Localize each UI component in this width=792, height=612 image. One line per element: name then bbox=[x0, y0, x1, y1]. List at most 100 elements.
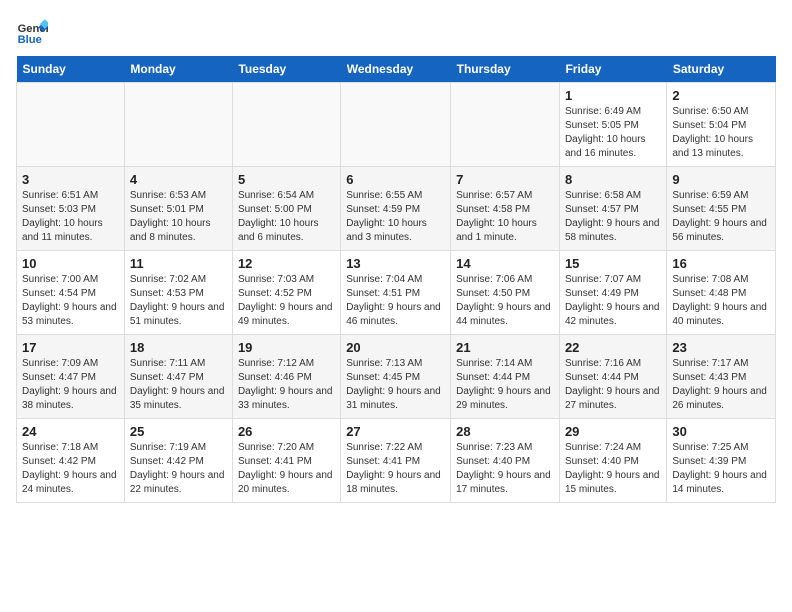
day-info: Sunrise: 6:54 AM Sunset: 5:00 PM Dayligh… bbox=[238, 189, 335, 245]
day-number: 11 bbox=[130, 256, 227, 271]
day-info: Sunrise: 6:57 AM Sunset: 4:58 PM Dayligh… bbox=[456, 189, 554, 245]
day-info: Sunrise: 7:25 AM Sunset: 4:39 PM Dayligh… bbox=[672, 441, 770, 497]
day-info: Sunrise: 7:16 AM Sunset: 4:44 PM Dayligh… bbox=[565, 357, 661, 413]
day-number: 23 bbox=[672, 340, 770, 355]
day-number: 26 bbox=[238, 424, 335, 439]
day-number: 3 bbox=[22, 172, 119, 187]
day-number: 19 bbox=[238, 340, 335, 355]
day-number: 29 bbox=[565, 424, 661, 439]
calendar-week-row: 17 Sunrise: 7:09 AM Sunset: 4:47 PM Dayli… bbox=[17, 335, 776, 419]
day-number: 13 bbox=[346, 256, 445, 271]
day-info: Sunrise: 7:23 AM Sunset: 4:40 PM Dayligh… bbox=[456, 441, 554, 497]
calendar-cell: 18 Sunrise: 7:11 AM Sunset: 4:47 PM Dayli… bbox=[124, 335, 232, 419]
calendar-cell: 27 Sunrise: 7:22 AM Sunset: 4:41 PM Dayli… bbox=[341, 419, 451, 503]
calendar-cell: 15Sunrise: 7:07 AM Sunset: 4:49 PM Dayli… bbox=[559, 251, 666, 335]
calendar-cell bbox=[451, 83, 560, 167]
day-info: Sunrise: 7:19 AM Sunset: 4:42 PM Dayligh… bbox=[130, 441, 227, 497]
day-info: Sunrise: 7:14 AM Sunset: 4:44 PM Dayligh… bbox=[456, 357, 554, 413]
calendar-cell: 8 Sunrise: 6:58 AM Sunset: 4:57 PM Daylig… bbox=[559, 167, 666, 251]
day-number: 25 bbox=[130, 424, 227, 439]
calendar-cell: 6 Sunrise: 6:55 AM Sunset: 4:59 PM Daylig… bbox=[341, 167, 451, 251]
calendar-cell: 23 Sunrise: 7:17 AM Sunset: 4:43 PM Dayli… bbox=[667, 335, 776, 419]
weekday-header: Tuesday bbox=[232, 56, 340, 83]
logo-icon: General Blue bbox=[16, 16, 48, 48]
calendar-cell: 14Sunrise: 7:06 AM Sunset: 4:50 PM Dayli… bbox=[451, 251, 560, 335]
day-info: Sunrise: 6:51 AM Sunset: 5:03 PM Dayligh… bbox=[22, 189, 119, 245]
calendar-week-row: 10 Sunrise: 7:00 AM Sunset: 4:54 PM Dayli… bbox=[17, 251, 776, 335]
day-info: Sunrise: 6:53 AM Sunset: 5:01 PM Dayligh… bbox=[130, 189, 227, 245]
day-number: 22 bbox=[565, 340, 661, 355]
calendar-body: 1Sunrise: 6:49 AM Sunset: 5:05 PM Daylig… bbox=[17, 83, 776, 503]
day-info: Sunrise: 7:08 AM Sunset: 4:48 PM Dayligh… bbox=[672, 273, 770, 329]
day-number: 15 bbox=[565, 256, 661, 271]
day-info: Sunrise: 7:20 AM Sunset: 4:41 PM Dayligh… bbox=[238, 441, 335, 497]
calendar-cell: 22 Sunrise: 7:16 AM Sunset: 4:44 PM Dayli… bbox=[559, 335, 666, 419]
calendar-cell: 13 Sunrise: 7:04 AM Sunset: 4:51 PM Dayli… bbox=[341, 251, 451, 335]
day-info: Sunrise: 7:00 AM Sunset: 4:54 PM Dayligh… bbox=[22, 273, 119, 329]
day-info: Sunrise: 7:24 AM Sunset: 4:40 PM Dayligh… bbox=[565, 441, 661, 497]
calendar-cell: 4 Sunrise: 6:53 AM Sunset: 5:01 PM Daylig… bbox=[124, 167, 232, 251]
calendar-cell: 16 Sunrise: 7:08 AM Sunset: 4:48 PM Dayli… bbox=[667, 251, 776, 335]
day-info: Sunrise: 7:12 AM Sunset: 4:46 PM Dayligh… bbox=[238, 357, 335, 413]
day-info: Sunrise: 7:11 AM Sunset: 4:47 PM Dayligh… bbox=[130, 357, 227, 413]
day-number: 20 bbox=[346, 340, 445, 355]
calendar-cell bbox=[232, 83, 340, 167]
day-number: 4 bbox=[130, 172, 227, 187]
svg-text:Blue: Blue bbox=[18, 34, 42, 46]
calendar-cell bbox=[124, 83, 232, 167]
calendar-week-row: 24Sunrise: 7:18 AM Sunset: 4:42 PM Dayli… bbox=[17, 419, 776, 503]
day-info: Sunrise: 7:03 AM Sunset: 4:52 PM Dayligh… bbox=[238, 273, 335, 329]
day-number: 18 bbox=[130, 340, 227, 355]
calendar-cell: 12Sunrise: 7:03 AM Sunset: 4:52 PM Dayli… bbox=[232, 251, 340, 335]
day-number: 10 bbox=[22, 256, 119, 271]
day-number: 14 bbox=[456, 256, 554, 271]
day-info: Sunrise: 7:22 AM Sunset: 4:41 PM Dayligh… bbox=[346, 441, 445, 497]
weekday-header: Saturday bbox=[667, 56, 776, 83]
calendar-cell: 3 Sunrise: 6:51 AM Sunset: 5:03 PM Daylig… bbox=[17, 167, 125, 251]
day-info: Sunrise: 7:02 AM Sunset: 4:53 PM Dayligh… bbox=[130, 273, 227, 329]
day-info: Sunrise: 7:04 AM Sunset: 4:51 PM Dayligh… bbox=[346, 273, 445, 329]
calendar-header-row: SundayMondayTuesdayWednesdayThursdayFrid… bbox=[17, 56, 776, 83]
weekday-header: Wednesday bbox=[341, 56, 451, 83]
day-number: 30 bbox=[672, 424, 770, 439]
calendar-table: SundayMondayTuesdayWednesdayThursdayFrid… bbox=[16, 56, 776, 503]
calendar-cell: 26 Sunrise: 7:20 AM Sunset: 4:41 PM Dayli… bbox=[232, 419, 340, 503]
calendar-cell: 5 Sunrise: 6:54 AM Sunset: 5:00 PM Daylig… bbox=[232, 167, 340, 251]
day-info: Sunrise: 7:09 AM Sunset: 4:47 PM Dayligh… bbox=[22, 357, 119, 413]
day-number: 9 bbox=[672, 172, 770, 187]
calendar-cell: 1Sunrise: 6:49 AM Sunset: 5:05 PM Daylig… bbox=[559, 83, 666, 167]
calendar-cell: 7 Sunrise: 6:57 AM Sunset: 4:58 PM Daylig… bbox=[451, 167, 560, 251]
calendar-cell: 30 Sunrise: 7:25 AM Sunset: 4:39 PM Dayli… bbox=[667, 419, 776, 503]
calendar-cell: 2 Sunrise: 6:50 AM Sunset: 5:04 PM Daylig… bbox=[667, 83, 776, 167]
day-number: 17 bbox=[22, 340, 119, 355]
day-number: 8 bbox=[565, 172, 661, 187]
calendar-cell bbox=[341, 83, 451, 167]
day-number: 27 bbox=[346, 424, 445, 439]
day-info: Sunrise: 6:50 AM Sunset: 5:04 PM Dayligh… bbox=[672, 105, 770, 161]
day-info: Sunrise: 7:17 AM Sunset: 4:43 PM Dayligh… bbox=[672, 357, 770, 413]
day-info: Sunrise: 6:58 AM Sunset: 4:57 PM Dayligh… bbox=[565, 189, 661, 245]
weekday-header: Friday bbox=[559, 56, 666, 83]
calendar-cell: 24Sunrise: 7:18 AM Sunset: 4:42 PM Dayli… bbox=[17, 419, 125, 503]
day-number: 7 bbox=[456, 172, 554, 187]
calendar-week-row: 1Sunrise: 6:49 AM Sunset: 5:05 PM Daylig… bbox=[17, 83, 776, 167]
calendar-cell: 9Sunrise: 6:59 AM Sunset: 4:55 PM Daylig… bbox=[667, 167, 776, 251]
day-number: 16 bbox=[672, 256, 770, 271]
weekday-header: Monday bbox=[124, 56, 232, 83]
day-number: 6 bbox=[346, 172, 445, 187]
day-number: 2 bbox=[672, 88, 770, 103]
calendar-cell: 29 Sunrise: 7:24 AM Sunset: 4:40 PM Dayli… bbox=[559, 419, 666, 503]
calendar-cell: 20Sunrise: 7:13 AM Sunset: 4:45 PM Dayli… bbox=[341, 335, 451, 419]
day-number: 21 bbox=[456, 340, 554, 355]
weekday-header: Thursday bbox=[451, 56, 560, 83]
day-info: Sunrise: 7:18 AM Sunset: 4:42 PM Dayligh… bbox=[22, 441, 119, 497]
calendar-cell: 17 Sunrise: 7:09 AM Sunset: 4:47 PM Dayli… bbox=[17, 335, 125, 419]
calendar-cell: 19 Sunrise: 7:12 AM Sunset: 4:46 PM Dayli… bbox=[232, 335, 340, 419]
calendar-cell: 10 Sunrise: 7:00 AM Sunset: 4:54 PM Dayli… bbox=[17, 251, 125, 335]
day-number: 5 bbox=[238, 172, 335, 187]
calendar-cell: 25 Sunrise: 7:19 AM Sunset: 4:42 PM Dayli… bbox=[124, 419, 232, 503]
calendar-cell: 21 Sunrise: 7:14 AM Sunset: 4:44 PM Dayli… bbox=[451, 335, 560, 419]
day-info: Sunrise: 6:55 AM Sunset: 4:59 PM Dayligh… bbox=[346, 189, 445, 245]
calendar-cell: 28Sunrise: 7:23 AM Sunset: 4:40 PM Dayli… bbox=[451, 419, 560, 503]
weekday-header: Sunday bbox=[17, 56, 125, 83]
